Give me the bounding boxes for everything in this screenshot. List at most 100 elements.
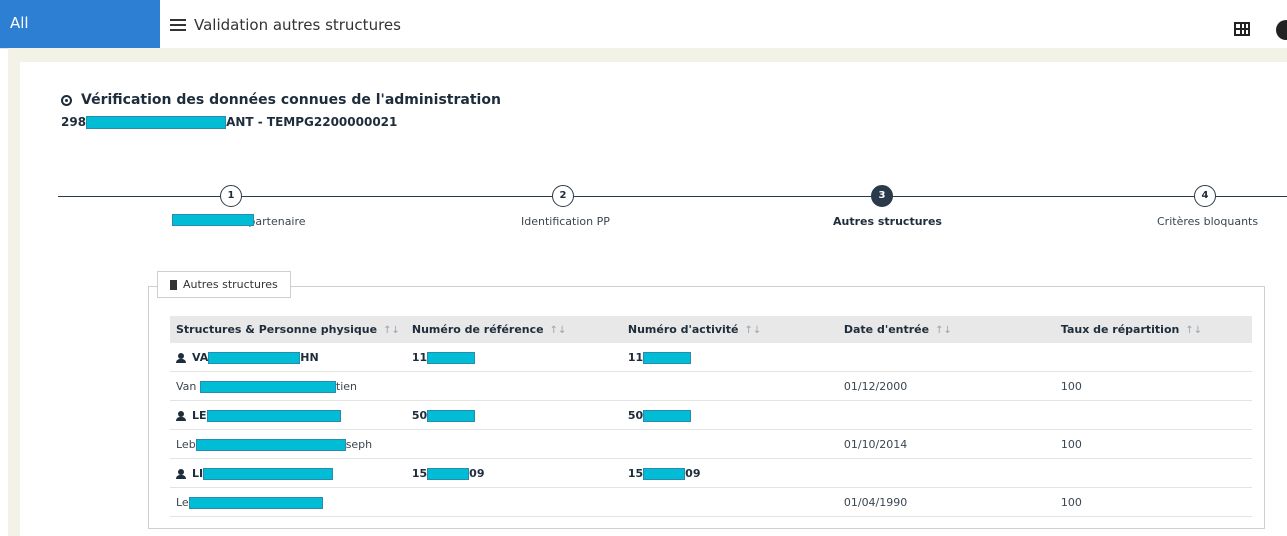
- cell-text: 09: [685, 466, 701, 480]
- top-bar: All Validation autres structures: [0, 0, 1287, 49]
- sort-icon[interactable]: ↑↓: [745, 325, 762, 336]
- activite-cell: [621, 429, 838, 459]
- step-2-label[interactable]: Identification PP: [521, 215, 610, 228]
- sort-icon[interactable]: ↑↓: [935, 325, 952, 336]
- grid-icon[interactable]: [1234, 22, 1250, 36]
- person-cell: Van tien: [170, 371, 406, 401]
- page-menu-title: Validation autres structures: [194, 16, 401, 34]
- redaction-box: [427, 409, 476, 422]
- table-row[interactable]: VA HN 11 11: [170, 343, 1252, 372]
- stepper-line: [58, 196, 1287, 197]
- date-cell: [837, 400, 1055, 430]
- cell-text: 50: [411, 408, 428, 422]
- person-icon: [176, 468, 186, 479]
- structure-cell: LE: [170, 400, 406, 430]
- activite-cell: [621, 371, 838, 401]
- redaction-box: [188, 496, 323, 509]
- redaction-box: [643, 409, 692, 422]
- panel-tab-label: Autres structures: [183, 278, 278, 291]
- step-3-circle[interactable]: 3: [871, 185, 893, 207]
- all-tab-label: All: [10, 14, 29, 32]
- step-2-circle[interactable]: 2: [552, 185, 574, 207]
- sort-icon[interactable]: ↑↓: [383, 325, 400, 336]
- person-icon: [176, 352, 186, 363]
- redaction-box: [86, 116, 227, 129]
- column-header-label: Taux de répartition: [1060, 323, 1180, 336]
- column-header-structures[interactable]: Structures & Personne physique ↑↓: [170, 316, 406, 343]
- table-row[interactable]: Van tien 01/12/2000 100: [170, 371, 1252, 401]
- cell-text: 09: [469, 466, 485, 480]
- reference-cell: [405, 371, 622, 401]
- taux-cell: [1054, 343, 1252, 372]
- activite-cell: 11: [621, 343, 838, 372]
- cell-text: LI: [192, 466, 204, 480]
- table-row[interactable]: LE 50 50: [170, 400, 1252, 430]
- cell-text: Van: [176, 379, 197, 393]
- sort-icon[interactable]: ↑↓: [1185, 325, 1202, 336]
- table-header-row: Structures & Personne physique ↑↓ Numéro …: [170, 316, 1252, 343]
- person-icon: [176, 410, 186, 421]
- activite-cell: 50: [621, 400, 838, 430]
- reference-cell: [405, 429, 622, 459]
- table-row[interactable]: LI 15 09 15 09: [170, 458, 1252, 488]
- user-avatar-icon[interactable]: [1276, 20, 1287, 40]
- subtitle-suffix: ANT - TEMPG2200000021: [226, 115, 398, 129]
- taux-cell: [1054, 400, 1252, 430]
- page-title: Vérification des données connues de l'ad…: [61, 92, 501, 108]
- table-row[interactable]: Le 01/04/1990 100: [170, 487, 1252, 517]
- reference-cell: 50: [405, 400, 622, 430]
- date-cell: 01/12/2000: [837, 371, 1055, 401]
- column-header-label: Structures & Personne physique: [176, 323, 378, 336]
- taux-cell: 100: [1054, 429, 1252, 459]
- step-1-label[interactable]: …entification partenaire: [172, 214, 306, 228]
- subtitle-prefix: 298: [61, 115, 87, 129]
- step-4-label[interactable]: Critères bloquants: [1157, 215, 1258, 228]
- hamburger-menu-icon[interactable]: [170, 19, 186, 31]
- structure-cell: VA HN: [170, 343, 406, 372]
- redaction-box: [206, 409, 341, 422]
- redaction-box: [643, 467, 686, 480]
- column-header-activite[interactable]: Numéro d'activité ↑↓: [621, 316, 838, 343]
- column-header-label: Numéro d'activité: [627, 323, 739, 336]
- cell-text: 11: [411, 350, 428, 364]
- menu-area: Validation autres structures: [170, 14, 401, 36]
- column-header-reference[interactable]: Numéro de référence ↑↓: [405, 316, 622, 343]
- step-3-label[interactable]: Autres structures: [833, 215, 942, 228]
- redaction-box: [208, 351, 301, 364]
- redaction-box: [203, 467, 334, 480]
- sort-icon[interactable]: ↑↓: [550, 325, 567, 336]
- person-cell: Leb seph: [170, 429, 406, 459]
- cell-text: 50: [627, 408, 644, 422]
- taux-cell: 100: [1054, 371, 1252, 401]
- redaction-box: [427, 467, 470, 480]
- step-1-circle[interactable]: 1: [220, 185, 242, 207]
- column-header-label: Date d'entrée: [843, 323, 930, 336]
- reference-cell: [405, 487, 622, 517]
- cell-text: 11: [627, 350, 644, 364]
- structures-table: Structures & Personne physique ↑↓ Numéro …: [170, 316, 1252, 517]
- person-cell: Le: [170, 487, 406, 517]
- step-4-circle[interactable]: 4: [1194, 185, 1216, 207]
- reference-cell: 11: [405, 343, 622, 372]
- cell-text: LE: [192, 408, 207, 422]
- date-cell: [837, 458, 1055, 488]
- all-tab[interactable]: All: [0, 0, 160, 48]
- taux-cell: 100: [1054, 487, 1252, 517]
- activite-cell: 15 09: [621, 458, 838, 488]
- cell-text: Le: [176, 495, 189, 509]
- cell-text: HN: [300, 350, 319, 364]
- cell-text: tien: [335, 379, 357, 393]
- target-icon: [61, 94, 72, 106]
- redaction-box: [427, 351, 476, 364]
- column-header-label: Numéro de référence: [411, 323, 544, 336]
- column-header-date[interactable]: Date d'entrée ↑↓: [837, 316, 1055, 343]
- redaction-box: [172, 214, 254, 226]
- date-cell: 01/10/2014: [837, 429, 1055, 459]
- date-cell: [837, 343, 1055, 372]
- cell-text: Leb: [176, 437, 196, 451]
- redaction-box: [195, 438, 346, 451]
- column-header-taux[interactable]: Taux de répartition ↑↓: [1054, 316, 1252, 343]
- reference-cell: 15 09: [405, 458, 622, 488]
- panel-tab[interactable]: Autres structures: [157, 271, 291, 298]
- table-row[interactable]: Leb seph 01/10/2014 100: [170, 429, 1252, 459]
